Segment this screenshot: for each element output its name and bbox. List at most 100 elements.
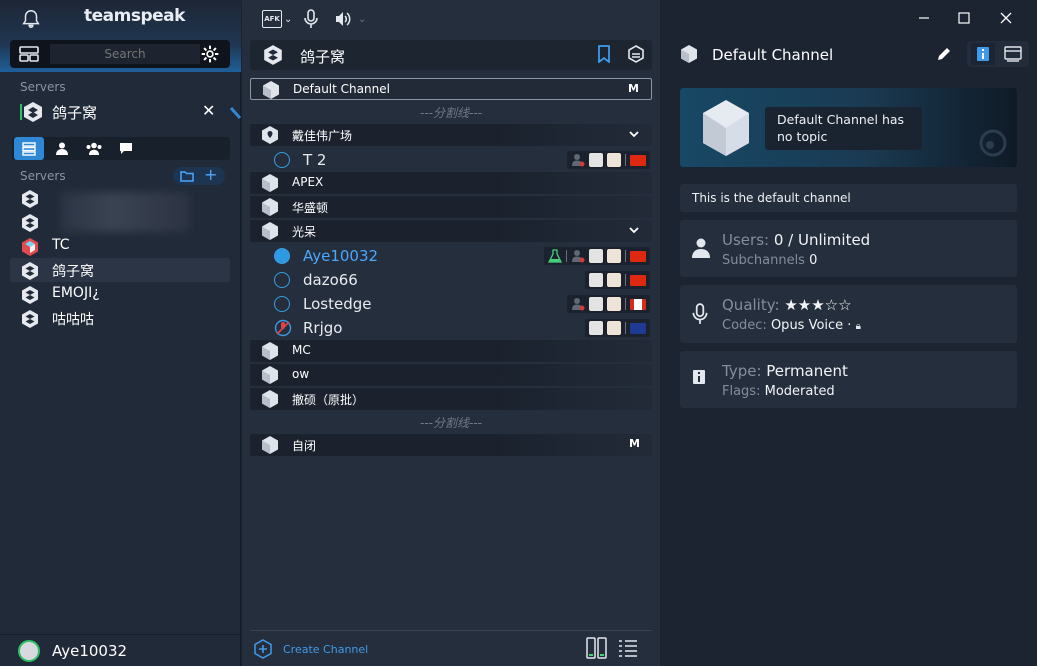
channel-name: 戴佳伟广场 [292, 129, 353, 143]
muted-icon [274, 319, 292, 337]
avatar-badge [607, 153, 621, 167]
window-close-button[interactable] [996, 8, 1016, 28]
maximize-button[interactable] [954, 8, 974, 28]
group-badge-icon [572, 154, 585, 167]
microphone-button[interactable] [304, 8, 318, 30]
channel-name: APEX [292, 175, 324, 189]
layout-icon[interactable] [18, 45, 40, 63]
microphone-icon [692, 303, 708, 324]
server-item-emoji[interactable]: EMOJI¿ [10, 282, 230, 306]
server-item-tc[interactable]: TC [10, 234, 230, 258]
server-icon [22, 286, 38, 304]
server-icon [22, 310, 38, 328]
channel-cheshuo[interactable]: 撤硕（原批） [250, 388, 652, 410]
server-icon [264, 45, 282, 65]
tab-groups[interactable] [79, 137, 109, 160]
client-rrjgo[interactable]: Rrjgo [250, 316, 652, 340]
server-icon [22, 190, 38, 208]
info-icon [977, 47, 989, 61]
chevron-down-icon[interactable]: ⌄ [284, 14, 292, 25]
description-text: This is the default channel [692, 191, 851, 205]
bell-icon[interactable] [20, 8, 42, 30]
server-list-icon [22, 141, 36, 156]
close-icon[interactable]: ✕ [202, 101, 215, 120]
edit-icon[interactable] [936, 46, 952, 62]
type-card: Type: Permanent Flags: Moderated [680, 351, 1017, 408]
flag-cn-icon [630, 250, 646, 262]
collapse-handle-icon[interactable] [230, 106, 241, 120]
maximize-icon [958, 12, 970, 24]
spacer-line: ---分割线--- [420, 416, 482, 430]
server-actions: + [173, 165, 225, 185]
client-dazo66[interactable]: dazo66 [250, 268, 652, 292]
view-split-icon[interactable] [586, 637, 608, 659]
channel-icon [263, 81, 279, 99]
channel-apex[interactable]: APEX [250, 172, 652, 194]
add-server-icon[interactable]: + [204, 165, 217, 184]
client-status-icon [274, 296, 290, 312]
channel-description: This is the default channel [680, 184, 1017, 212]
quality-stars: ★★★☆☆ [784, 296, 852, 314]
codec-value: Opus Voice · [770, 318, 852, 333]
client-badges [585, 319, 650, 337]
speaker-icon [336, 12, 351, 26]
client-t2[interactable]: T 2 [250, 148, 652, 172]
lock-icon: 🔒︎ [855, 321, 861, 332]
server-item-gugugu[interactable]: 咕咕咕 [10, 306, 230, 330]
channel-banner: Default Channel has no topic [680, 88, 1017, 167]
servers-label: Servers [20, 80, 66, 94]
left-header: teamspeak [0, 0, 241, 72]
divider [625, 322, 626, 334]
afk-button[interactable]: AFK ⌄ [262, 8, 292, 30]
chevron-down-icon[interactable] [628, 223, 640, 237]
chevron-down-icon[interactable]: ⌄ [358, 14, 366, 25]
channel-footer: Create Channel [250, 630, 652, 666]
add-channel-icon[interactable] [253, 639, 273, 659]
chevron-down-icon[interactable] [628, 127, 640, 141]
channel-icon [262, 342, 278, 360]
client-aye10032[interactable]: Aye10032 [250, 244, 652, 268]
tab-contacts[interactable] [47, 137, 77, 160]
tab-chat[interactable] [111, 137, 141, 160]
client-name: Rrjgo [303, 319, 343, 337]
client-lostedge[interactable]: Lostedge [250, 292, 652, 316]
search-input[interactable] [50, 44, 200, 64]
server-info-icon[interactable] [627, 45, 645, 63]
user-bar[interactable]: Aye10032 [0, 634, 241, 666]
flag-ca-icon [630, 298, 646, 310]
create-channel-button[interactable]: Create Channel [283, 643, 368, 656]
info-view-button[interactable] [971, 43, 995, 65]
speaker-button[interactable]: ⌄ [334, 8, 366, 30]
avatar-badge [589, 297, 603, 311]
gear-icon[interactable] [200, 44, 220, 64]
bookmark-icon[interactable] [597, 45, 611, 63]
tab-servers[interactable] [14, 137, 44, 160]
quality-label: Quality: [722, 296, 780, 314]
server-item-gezi[interactable]: 鸽子窝 [10, 258, 230, 282]
folder-icon[interactable] [180, 170, 194, 182]
client-name: T 2 [303, 151, 327, 169]
channel-mc[interactable]: MC [250, 340, 652, 362]
chat-view-button[interactable] [1001, 43, 1025, 65]
channel-name: 自闭 [292, 439, 317, 453]
teamspeak-watermark-icon [979, 129, 1007, 157]
channel-default[interactable]: Default Channel M [250, 78, 652, 100]
flag-cn-icon [630, 274, 646, 286]
info-icon [693, 370, 705, 384]
client-badges [567, 151, 650, 169]
channel-guangdai[interactable]: 光呆 [250, 220, 652, 242]
avatar-badge [607, 273, 621, 287]
channel-name: 撤硕（原批） [292, 393, 365, 407]
minimize-button[interactable] [914, 8, 934, 28]
current-server[interactable]: 鸽子窝 ✕ [20, 101, 230, 123]
channel-zibi[interactable]: 自闭 M [250, 434, 652, 456]
channel-name: ow [292, 367, 310, 381]
view-list-icon[interactable] [618, 638, 638, 658]
channel-ow[interactable]: ow [250, 364, 652, 386]
user-icon [56, 142, 68, 155]
channel-daijiawei[interactable]: 戴佳伟广场 [250, 124, 652, 146]
afk-icon: AFK [262, 10, 282, 28]
client-name: Lostedge [303, 295, 372, 313]
avatar-badge [589, 249, 603, 263]
channel-huashengdun[interactable]: 华盛顿 [250, 196, 652, 218]
